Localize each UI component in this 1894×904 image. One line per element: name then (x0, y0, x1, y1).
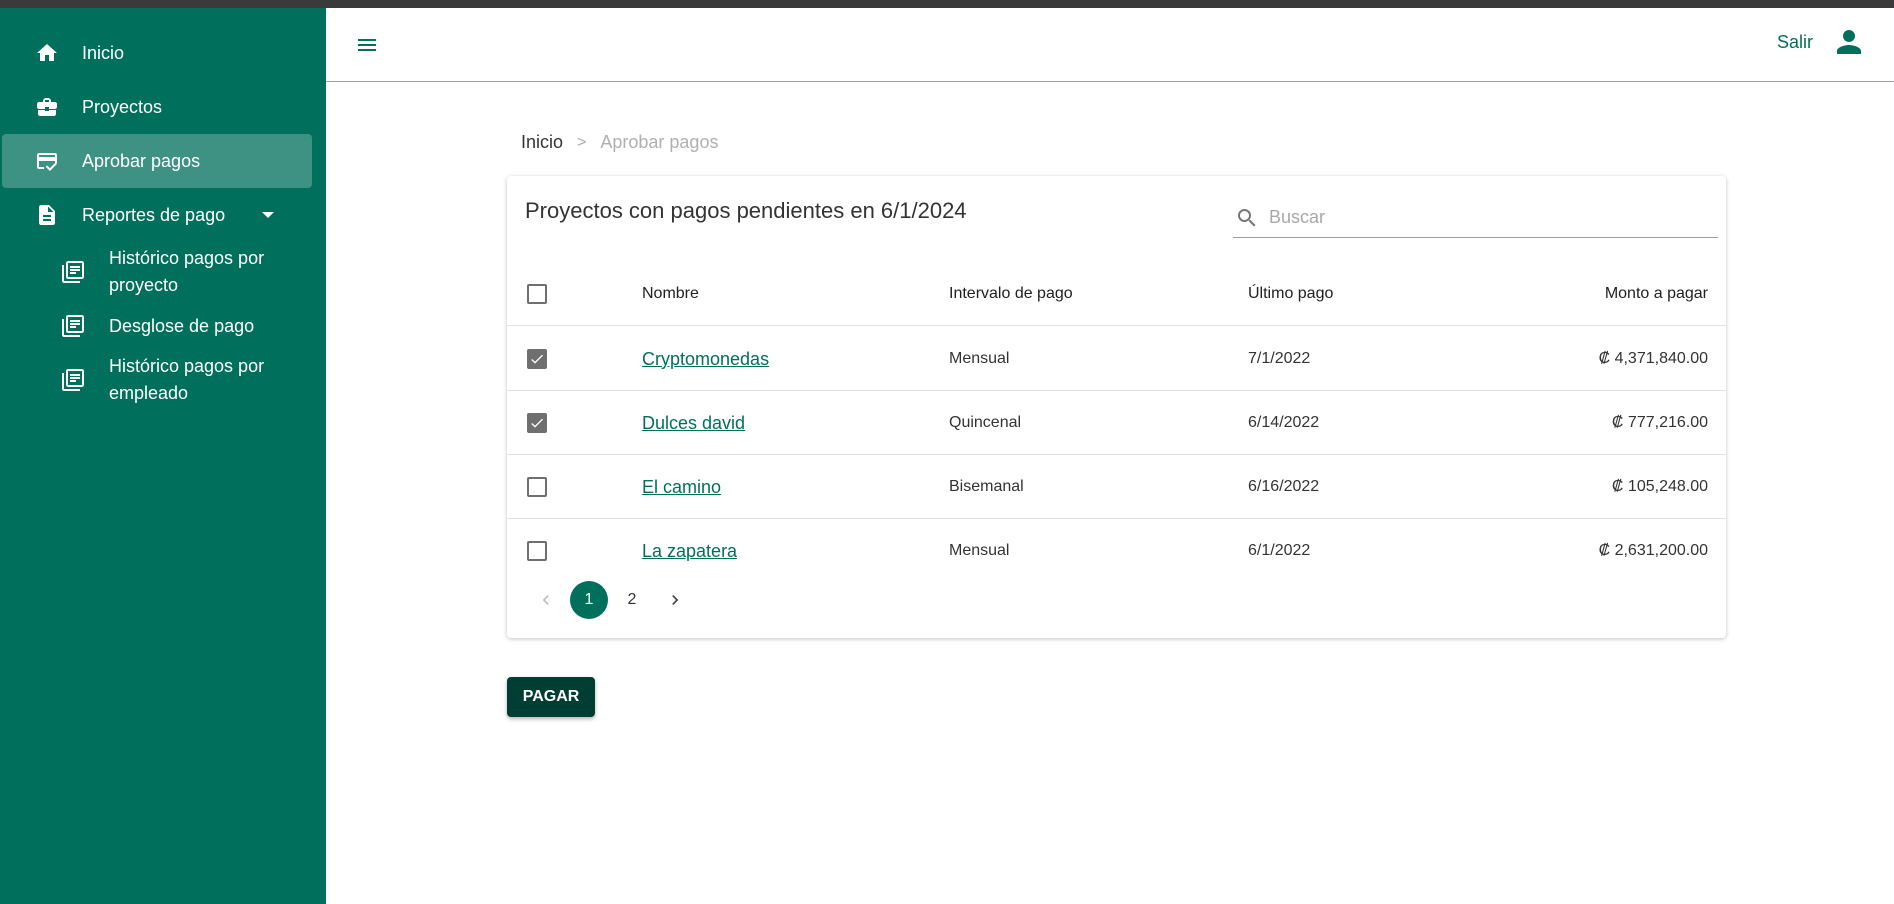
chevron-left-icon[interactable] (527, 581, 565, 619)
last-payment-date: 7/1/2022 (1248, 350, 1311, 367)
table-row: El camino Bisemanal 6/16/2022 ₡ 105,248.… (507, 455, 1726, 519)
sidebar-subitem-label: Histórico pagos por proyecto (109, 248, 265, 295)
payment-interval: Mensual (949, 542, 1010, 559)
sidebar-item-label: Inicio (82, 42, 125, 63)
project-link[interactable]: Dulces david (642, 413, 745, 434)
row-checkbox[interactable] (527, 477, 547, 497)
row-checkbox[interactable] (527, 541, 547, 561)
column-header-last-payment[interactable]: Último pago (1248, 262, 1333, 326)
sidebar-subitem-label: Histórico pagos por empleado (109, 356, 265, 403)
app-header: Salir (326, 8, 1894, 82)
briefcase-icon (34, 94, 60, 120)
chevron-down-icon (262, 212, 274, 218)
breadcrumb: Inicio > Aprobar pagos (521, 132, 718, 153)
window-top-strip (0, 0, 1894, 8)
list-document-icon (60, 367, 86, 393)
breadcrumb-home-link[interactable]: Inicio (521, 132, 563, 153)
amount-to-pay: ₡ 777,216.00 (1611, 414, 1708, 431)
sidebar-item-reportes-de-pago[interactable]: Reportes de pago (2, 188, 312, 242)
last-payment-date: 6/14/2022 (1248, 414, 1320, 431)
search-field (1233, 198, 1718, 238)
hamburger-menu-icon[interactable] (352, 30, 382, 60)
pending-payments-card: Proyectos con pagos pendientes en 6/1/20… (507, 176, 1726, 638)
sidebar-subitem-historico-empleado[interactable]: Histórico pagos por empleado (60, 350, 310, 410)
sidebar-item-label: Proyectos (82, 96, 163, 117)
project-link[interactable]: La zapatera (642, 541, 737, 562)
breadcrumb-separator: > (577, 133, 587, 151)
column-header-amount[interactable]: Monto a pagar (1605, 262, 1708, 326)
payment-interval: Mensual (949, 350, 1010, 367)
sidebar: Inicio Proyectos Aprobar pagos Reportes … (0, 8, 326, 904)
sidebar-item-label: Aprobar pagos (82, 150, 201, 171)
page-button-1[interactable]: 1 (570, 581, 608, 619)
document-icon (34, 202, 60, 228)
page-button-2[interactable]: 2 (613, 581, 651, 619)
sidebar-subitem-desglose[interactable]: Desglose de pago (60, 308, 310, 344)
card-title: Proyectos con pagos pendientes en 6/1/20… (525, 198, 967, 223)
column-header-interval[interactable]: Intervalo de pago (949, 262, 1073, 326)
search-input[interactable] (1269, 202, 1709, 232)
amount-to-pay: ₡ 4,371,840.00 (1598, 350, 1708, 367)
project-link[interactable]: Cryptomonedas (642, 349, 769, 370)
table-row: Dulces david Quincenal 6/14/2022 ₡ 777,2… (507, 391, 1726, 455)
pagination: 1 2 (527, 581, 699, 619)
sidebar-item-proyectos[interactable]: Proyectos (2, 80, 312, 134)
sidebar-item-aprobar-pagos[interactable]: Aprobar pagos (2, 134, 312, 188)
logout-link[interactable]: Salir (1777, 32, 1813, 53)
row-checkbox[interactable] (527, 349, 547, 369)
pay-button[interactable]: PAGAR (507, 677, 595, 717)
home-icon (34, 40, 60, 66)
list-document-icon (60, 313, 86, 339)
payment-interval: Bisemanal (949, 478, 1024, 495)
sidebar-subitem-label: Desglose de pago (109, 315, 255, 336)
last-payment-date: 6/16/2022 (1248, 478, 1320, 495)
sidebar-item-label: Reportes de pago (82, 204, 226, 225)
row-checkbox[interactable] (527, 413, 547, 433)
amount-to-pay: ₡ 2,631,200.00 (1598, 542, 1708, 559)
table-row: La zapatera Mensual 6/1/2022 ₡ 2,631,200… (507, 519, 1726, 583)
search-icon (1235, 206, 1259, 230)
sidebar-subitem-historico-proyecto[interactable]: Histórico pagos por proyecto (60, 242, 310, 302)
project-link[interactable]: El camino (642, 477, 721, 498)
table-header: Nombre Intervalo de pago Último pago Mon… (507, 262, 1726, 326)
chevron-right-icon[interactable] (656, 581, 694, 619)
column-header-name[interactable]: Nombre (642, 262, 699, 326)
breadcrumb-current: Aprobar pagos (600, 132, 719, 152)
payment-interval: Quincenal (949, 414, 1022, 431)
last-payment-date: 6/1/2022 (1248, 542, 1311, 559)
account-icon[interactable] (1831, 24, 1867, 60)
select-all-checkbox[interactable] (527, 284, 547, 304)
table-row: Cryptomonedas Mensual 7/1/2022 ₡ 4,371,8… (507, 327, 1726, 391)
sidebar-item-inicio[interactable]: Inicio (2, 26, 312, 80)
payment-check-icon (34, 148, 60, 174)
amount-to-pay: ₡ 105,248.00 (1611, 478, 1708, 495)
list-document-icon (60, 259, 86, 285)
